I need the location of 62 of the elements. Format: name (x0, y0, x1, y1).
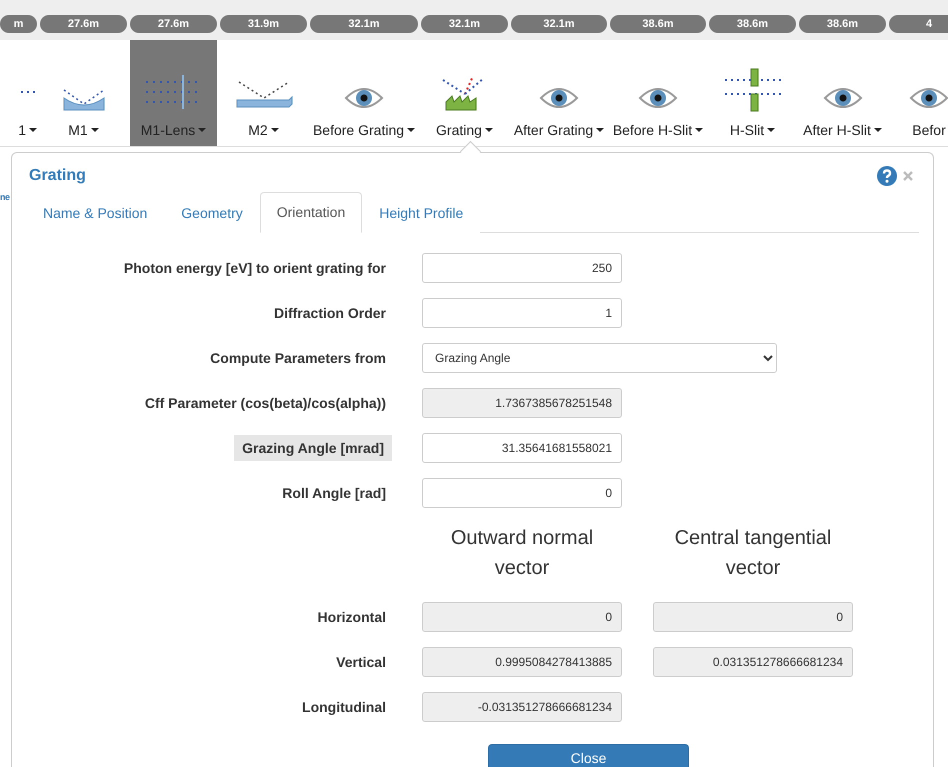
caret-icon (270, 128, 279, 132)
beamline-element[interactable]: M1 (40, 40, 127, 146)
row-label: Vertical (335, 653, 386, 672)
beamline-element[interactable]: After H-Slit (799, 40, 886, 146)
link-text: ne (0, 192, 10, 202)
distance-badge: 32.1m (421, 15, 508, 33)
close-button[interactable]: Close (488, 744, 689, 767)
column-heading: Outward normal vector (450, 526, 594, 581)
caret-icon (484, 128, 493, 132)
beamline-element[interactable]: Befor (889, 40, 948, 146)
input-field[interactable]: 31.35641681558021 (422, 433, 622, 463)
column-heading: Central tangential vector (674, 526, 832, 581)
caret-icon (596, 128, 604, 132)
distance-badge: 27.6m (40, 15, 127, 33)
dialog-title: Grating (29, 166, 87, 184)
help-icon[interactable] (877, 166, 897, 186)
caret-icon (407, 128, 416, 132)
caret-icon (767, 128, 776, 132)
beamline-element[interactable]: M1-Lens (130, 40, 217, 146)
input-field[interactable]: 1 (422, 298, 622, 328)
beamline-element[interactable]: M2 (220, 40, 307, 146)
field-label: Diffraction Order (272, 304, 386, 323)
field-label: Roll Angle [rad] (281, 484, 386, 503)
input-field[interactable]: 0 (422, 478, 622, 508)
field-label: Cff Parameter (cos(beta)/cos(alpha)) (144, 394, 386, 413)
slit-icon (722, 68, 782, 112)
readonly-field[interactable]: 0.9995084278413885 (422, 647, 622, 677)
distance-badge: 32.1m (310, 15, 418, 33)
field-label: Grazing Angle [mrad] (234, 435, 392, 461)
distance-badge: 27.6m (130, 15, 217, 33)
select-field[interactable]: Grazing Angle (422, 343, 777, 373)
field-label: Photon energy [eV] to orient grating for (122, 259, 386, 278)
caret-icon (198, 128, 206, 132)
curved-mirror-icon (62, 88, 104, 112)
tab[interactable]: Orientation (260, 192, 362, 233)
readonly-field[interactable]: 0.031351278666681234 (653, 647, 853, 677)
caret-icon (90, 128, 99, 132)
caret-icon (874, 128, 882, 132)
readonly-field[interactable]: 1.7367385678251548 (422, 388, 622, 418)
distance-badge: m (0, 15, 37, 33)
field-label: Compute Parameters from (209, 349, 386, 368)
readonly-field[interactable]: -0.031351278666681234 (422, 692, 622, 722)
beamline-element[interactable]: Before H-Slit (610, 40, 706, 146)
beam-icon (19, 90, 37, 94)
beamline-element[interactable]: 1 (0, 40, 37, 146)
readonly-field[interactable]: 0 (653, 602, 853, 632)
beamline-element[interactable]: H-Slit (709, 40, 796, 146)
distance-badge: 38.6m (799, 15, 886, 33)
row-label: Longitudinal (301, 698, 386, 717)
distance-badge: 32.1m (511, 15, 607, 33)
beamline-element[interactable]: Before Grating (310, 40, 418, 146)
readonly-field[interactable]: 0 (422, 602, 622, 632)
beamline-element[interactable]: Grating (421, 40, 508, 146)
distance-badge: 31.9m (220, 15, 307, 33)
row-label: Horizontal (316, 608, 386, 627)
distance-badge: 38.6m (610, 15, 706, 33)
beamline-element[interactable]: After Grating (511, 40, 607, 146)
distance-badge: 4 (889, 15, 948, 33)
distance-badge: 38.6m (709, 15, 796, 33)
caret-icon (695, 128, 704, 132)
caret-icon (29, 128, 37, 132)
input-field[interactable]: 250 (422, 253, 622, 283)
